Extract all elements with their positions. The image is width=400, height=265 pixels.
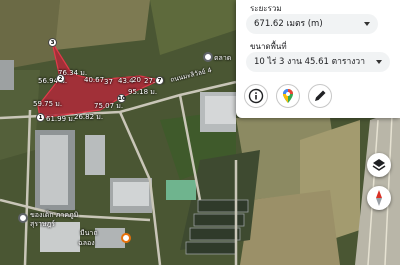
compass-button[interactable] — [367, 186, 391, 210]
segment-label: 40.67 — [84, 76, 105, 84]
segment-label: 75.07 ม. — [94, 102, 124, 110]
distance-value: 671.62 เมตร (m) — [254, 19, 323, 29]
place-label: ของเด็ก ภาคภูมิ — [30, 211, 79, 219]
place-label: มีนาถ — [80, 229, 98, 237]
open-in-google-maps-button[interactable] — [276, 84, 300, 108]
place-pin-icon[interactable] — [18, 213, 28, 223]
area-unit-select[interactable]: 10 ไร่ 3 งาน 45.61 ตารางวา — [246, 52, 390, 72]
area-value: 10 ไร่ 3 งาน 45.61 ตารางวา — [254, 57, 365, 67]
vertex-marker[interactable]: 2 — [56, 74, 65, 83]
segment-label: 37 — [104, 78, 113, 86]
edit-button[interactable] — [308, 84, 332, 108]
segment-label: 61.99 ม. — [46, 115, 76, 123]
vertex-marker[interactable]: 1 — [36, 113, 45, 122]
segment-label: 20 — [132, 76, 141, 84]
chevron-down-icon — [364, 22, 370, 26]
compass-icon — [376, 190, 382, 206]
layers-icon — [372, 159, 386, 171]
info-icon — [248, 88, 264, 104]
chevron-down-icon — [376, 60, 382, 64]
vertex-marker[interactable]: 7 — [155, 76, 164, 85]
pencil-icon — [315, 90, 326, 101]
place-pin-icon[interactable] — [203, 52, 213, 62]
google-maps-icon — [283, 89, 293, 103]
place-label: สุราษฎร์ — [30, 220, 56, 228]
orange-pin-icon[interactable] — [121, 233, 131, 243]
vertex-marker[interactable]: 10 — [117, 94, 126, 103]
segment-label: 26.82 ม. — [74, 113, 104, 121]
segment-label: 95.18 ม. — [128, 88, 158, 96]
info-button[interactable] — [244, 84, 268, 108]
vertex-marker[interactable]: 3 — [48, 38, 57, 47]
measurement-panel: ระยะรวม 671.62 เมตร (m) ขนาดพื้นที่ 10 ไ… — [236, 0, 400, 118]
place-label: ตลาด — [214, 54, 232, 62]
place-label: ฉลอง — [78, 239, 95, 247]
segment-label: 59.75 ม. — [33, 100, 63, 108]
layers-button[interactable] — [367, 153, 391, 177]
distance-unit-select[interactable]: 671.62 เมตร (m) — [246, 14, 378, 34]
